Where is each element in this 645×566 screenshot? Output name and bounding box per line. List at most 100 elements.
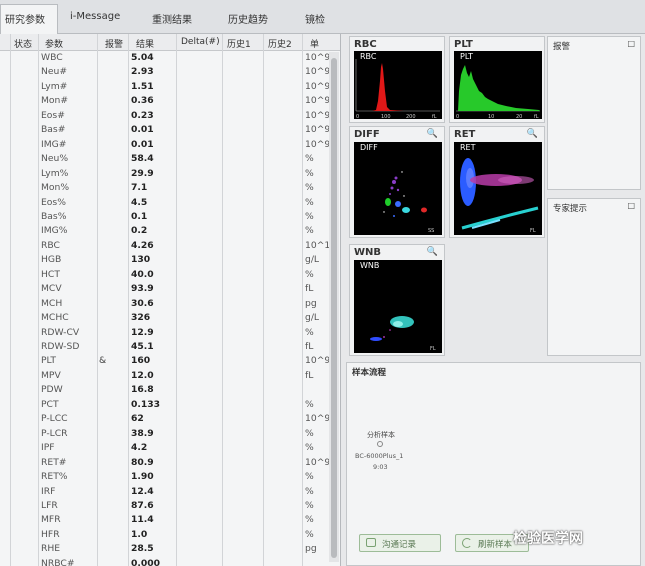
plt-graph[interactable]: PLT PLT 0 10 20 fL — [449, 36, 545, 123]
result-value: 1.90 — [131, 471, 154, 483]
table-scrollbar[interactable] — [329, 52, 339, 562]
expert-tips-panel: 专家提示 □ — [547, 198, 641, 356]
unit-value: 10^9 — [305, 413, 331, 425]
table-row[interactable]: P-LCR 38.9% — [0, 427, 330, 441]
result-value: 28.5 — [131, 543, 154, 555]
table-row[interactable]: MPV 12.0 fL — [0, 369, 330, 383]
table-row[interactable]: RDW-CV 12.9% — [0, 326, 330, 340]
unit-value: 10^9 — [305, 124, 331, 136]
param-name: Neu# — [41, 66, 68, 78]
param-name: RDW-SD — [41, 341, 80, 352]
table-row[interactable]: RBC 4.26 10^1 — [0, 239, 330, 253]
table-row[interactable]: IPF 4.2% — [0, 441, 330, 455]
result-value: 45.1 — [131, 341, 154, 352]
result-value: 12.9 — [131, 326, 154, 338]
param-name: Lym# — [41, 80, 68, 92]
table-row[interactable]: MCH 30.6 pg — [0, 297, 330, 311]
table-row[interactable]: NRBC# 0.000 — [0, 557, 330, 566]
table-row[interactable]: Eos# 0.23 10^9 — [0, 109, 330, 123]
table-row[interactable]: IRF 12.4% — [0, 485, 330, 499]
rbc-plot: RBC 0 100 200 fL — [354, 51, 442, 119]
wnb-graph[interactable]: WNB 🔍 WNB FL — [349, 244, 445, 356]
workflow-step-dot — [377, 441, 383, 447]
table-row[interactable]: MCHC 326 g/L — [0, 311, 330, 325]
param-name: WBC — [41, 52, 63, 63]
param-name: MFR — [41, 514, 61, 526]
table-row[interactable]: Neu# 2.93 10^9 — [0, 65, 330, 79]
wnb-graph-title: WNB — [354, 247, 382, 258]
diff-graph[interactable]: DIFF 🔍 DIFF SS — [349, 126, 445, 238]
table-row[interactable]: HFR 1.0% — [0, 528, 330, 542]
rbc-graph[interactable]: RBC RBC 0 100 200 fL — [349, 36, 445, 123]
table-row[interactable]: HGB 130 g/L — [0, 253, 330, 267]
col-flag: 报警 — [105, 40, 124, 50]
table-row[interactable]: IMG% 0.2% — [0, 224, 330, 238]
expert-tips-maximize-icon[interactable]: □ — [627, 201, 635, 210]
table-row[interactable]: Bas# 0.01 10^9 — [0, 123, 330, 137]
tab-microscopy[interactable]: 镜检 — [305, 11, 325, 26]
table-row[interactable]: LFR 87.6% — [0, 499, 330, 513]
watermark: 检验医学网 — [513, 531, 583, 547]
tab-i-message[interactable]: i-Message — [70, 11, 120, 22]
table-row[interactable]: RHE 28.5 pg — [0, 542, 330, 556]
scrollbar-thumb[interactable] — [331, 58, 337, 558]
result-value: 12.4 — [131, 485, 154, 497]
param-name: RDW-CV — [41, 326, 80, 338]
ret-graph[interactable]: RET 🔍 RET FL — [449, 126, 545, 238]
tab-history-trend[interactable]: 历史趋势 — [228, 11, 268, 26]
table-row[interactable]: PDW 16.8 — [0, 383, 330, 397]
ret-graph-title: RET — [454, 129, 476, 140]
result-value: 0.2 — [131, 225, 148, 237]
param-name: Neu% — [41, 153, 69, 165]
tab-research-params[interactable]: 研究参数 — [0, 4, 58, 34]
param-name: Mon% — [41, 182, 70, 194]
table-header: 状态 参数 报警 结果 Delta(#) 历史1 历史2 单 — [0, 34, 340, 51]
table-row[interactable]: MCV 93.9 fL — [0, 282, 330, 296]
table-row[interactable]: Neu% 58.4% — [0, 152, 330, 166]
ret-zoom-icon[interactable]: 🔍 — [527, 129, 538, 139]
col-history2: 历史2 — [268, 40, 292, 50]
refresh-sample-label: 刷新样本 — [478, 540, 513, 550]
unit-value: 10^9 — [305, 80, 331, 92]
plt-tick-unit: fL — [534, 114, 539, 119]
param-name: RHE — [41, 543, 61, 555]
table-row[interactable]: Bas% 0.1% — [0, 210, 330, 224]
table-row[interactable]: RDW-SD 45.1 fL — [0, 340, 330, 354]
col-result: 结果 — [136, 40, 155, 50]
table-row[interactable]: Lym# 1.51 10^9 — [0, 80, 330, 94]
result-value: 38.9 — [131, 427, 154, 439]
table-row[interactable]: RET# 80.9 10^9 — [0, 456, 330, 470]
param-name: PLT — [41, 355, 57, 367]
result-value: 5.04 — [131, 52, 154, 63]
table-row[interactable]: Mon# 0.36 10^9 — [0, 94, 330, 108]
table-row[interactable]: PCT 0.133% — [0, 398, 330, 412]
unit-value: % — [305, 210, 314, 222]
table-row[interactable]: WBC 5.04 10^9 — [0, 51, 330, 65]
result-value: 2.93 — [131, 66, 154, 78]
diff-plot: DIFF SS — [354, 142, 442, 235]
report-maximize-icon[interactable]: □ — [627, 39, 635, 48]
diff-zoom-icon[interactable]: 🔍 — [427, 129, 438, 139]
param-name: P-LCC — [41, 413, 68, 425]
sample-workflow-title: 样本流程 — [352, 368, 387, 378]
col-status: 状态 — [14, 40, 33, 50]
table-row[interactable]: PLT & 160 10^9 — [0, 354, 330, 368]
result-value: 0.133 — [131, 398, 161, 410]
table-row[interactable]: P-LCC 62 10^9 — [0, 412, 330, 426]
table-row[interactable]: RET% 1.90% — [0, 470, 330, 484]
result-value: 7.1 — [131, 182, 148, 194]
table-row[interactable]: MFR 11.4% — [0, 513, 330, 527]
result-value: 4.5 — [131, 196, 148, 208]
wnb-zoom-icon[interactable]: 🔍 — [427, 247, 438, 257]
tab-retest-results[interactable]: 重测结果 — [152, 11, 192, 26]
table-row[interactable]: Lym% 29.9% — [0, 167, 330, 181]
result-value: 0.000 — [131, 557, 161, 566]
unit-value: g/L — [305, 254, 320, 266]
table-row[interactable]: Mon% 7.1% — [0, 181, 330, 195]
table-row[interactable]: HCT 40.0% — [0, 268, 330, 282]
unit-value: 10^1 — [305, 239, 331, 251]
unit-value: % — [305, 326, 314, 338]
table-row[interactable]: IMG# 0.01 10^9 — [0, 138, 330, 152]
comm-record-button[interactable]: 沟通记录 — [359, 534, 441, 552]
table-row[interactable]: Eos% 4.5% — [0, 196, 330, 210]
